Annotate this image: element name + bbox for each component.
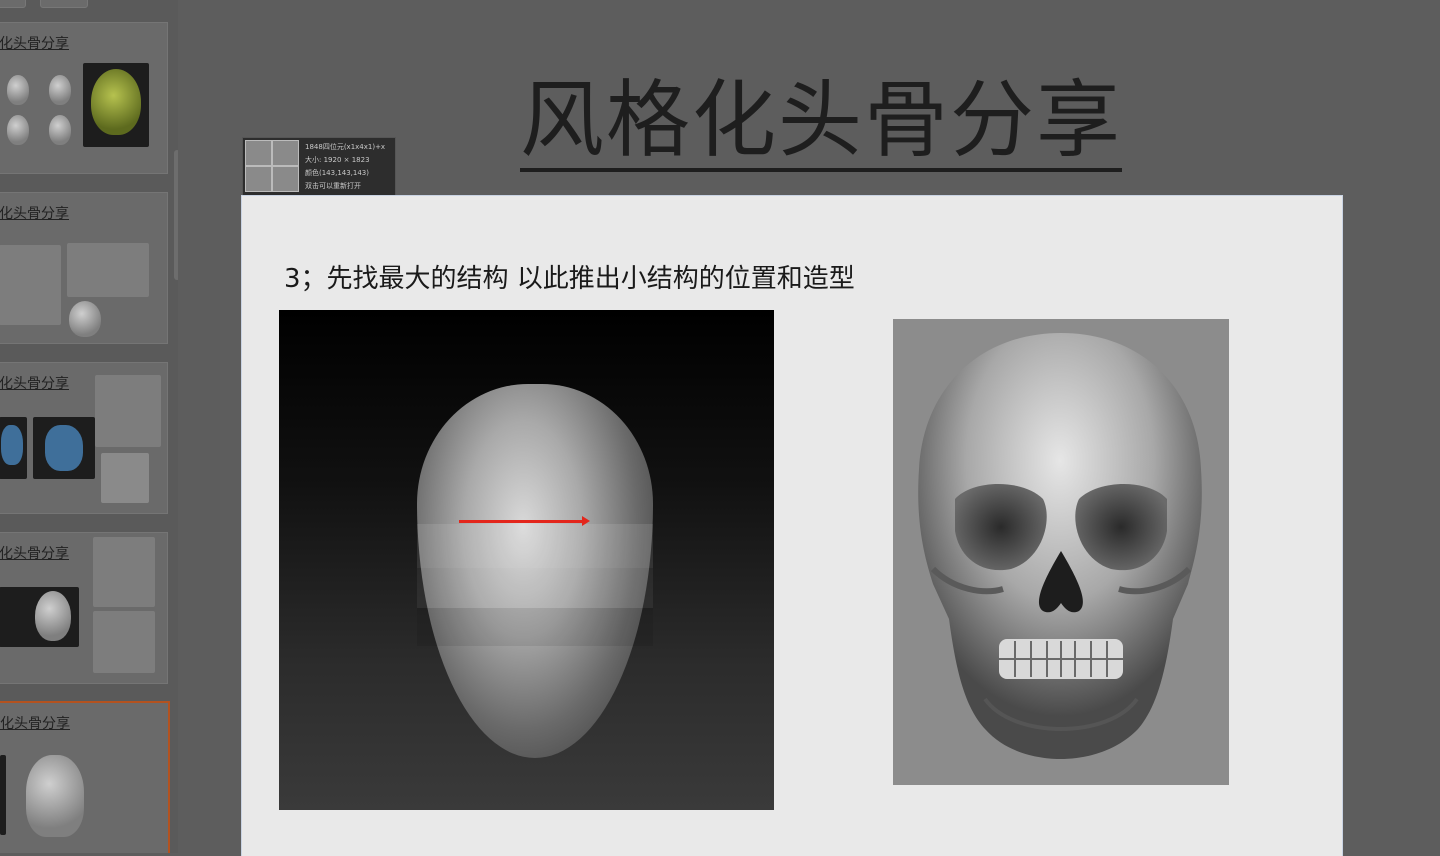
thumbnail-title: 化头骨分享 bbox=[0, 206, 69, 222]
sketch-image bbox=[101, 453, 149, 503]
slide-thumbnail-panel: 化头骨分享 化头骨分享 化头骨分享 化头骨分享 化头骨分享 bbox=[0, 0, 178, 853]
tooltip-line: 颜色(143,143,143) bbox=[305, 169, 369, 177]
thumbnail-title: 化头骨分享 bbox=[0, 376, 69, 392]
skull-grid-image bbox=[95, 375, 161, 447]
skull-image bbox=[26, 755, 84, 837]
slide-thumbnail-1[interactable]: 化头骨分享 bbox=[0, 22, 168, 174]
skull-grid-image bbox=[93, 537, 155, 607]
skull-image bbox=[7, 75, 29, 105]
render-image bbox=[33, 417, 95, 479]
slide-thumbnail-5[interactable]: 化头骨分享 bbox=[0, 701, 170, 853]
tooltip-line: 大小: 1920 × 1823 bbox=[305, 156, 370, 164]
image-preview-icon bbox=[245, 140, 299, 192]
thumbnail-title: 化头骨分享 bbox=[0, 36, 69, 52]
skull-image bbox=[69, 301, 101, 337]
render-image bbox=[0, 417, 27, 479]
skull-grid-image bbox=[0, 245, 61, 325]
tooltip-line: 双击可以重新打开 bbox=[305, 182, 361, 190]
render-image bbox=[0, 755, 6, 835]
skull-image bbox=[49, 115, 71, 145]
slide-thumbnail-3[interactable]: 化头骨分享 bbox=[0, 362, 168, 514]
head-render-image bbox=[279, 310, 774, 810]
skull-icon bbox=[918, 333, 1202, 759]
thumbnail-title: 化头骨分享 bbox=[0, 546, 69, 562]
skull-grid-image bbox=[93, 611, 155, 673]
thumbnail-title: 化头骨分享 bbox=[0, 716, 70, 732]
panel-tab[interactable] bbox=[40, 0, 88, 8]
render-image bbox=[0, 587, 79, 647]
slide-thumbnail-4[interactable]: 化头骨分享 bbox=[0, 532, 168, 684]
skull-grid-image bbox=[67, 243, 149, 297]
slide-thumbnail-2[interactable]: 化头骨分享 bbox=[0, 192, 168, 344]
slide-subtitle: 3；先找最大的结构 以此推出小结构的位置和造型 bbox=[284, 264, 855, 294]
panel-tab[interactable] bbox=[0, 0, 26, 8]
skull-image bbox=[49, 75, 71, 105]
tooltip-line: 1848四位元(x1x4x1)+x bbox=[305, 143, 386, 151]
egg-head-shape bbox=[417, 384, 653, 758]
skull-image bbox=[7, 115, 29, 145]
skull-reference-image bbox=[893, 319, 1229, 785]
render-image bbox=[83, 63, 149, 147]
image-info-tooltip: 1848四位元(x1x4x1)+x 大小: 1920 × 1823 颜色(143… bbox=[242, 137, 396, 196]
red-arrow-icon bbox=[459, 516, 590, 526]
slide-title: 风格化头骨分享 bbox=[520, 72, 1123, 172]
slide-canvas[interactable]: 3；先找最大的结构 以此推出小结构的位置和造型 bbox=[241, 195, 1343, 856]
thumbnail-scrollbar[interactable] bbox=[174, 150, 178, 280]
